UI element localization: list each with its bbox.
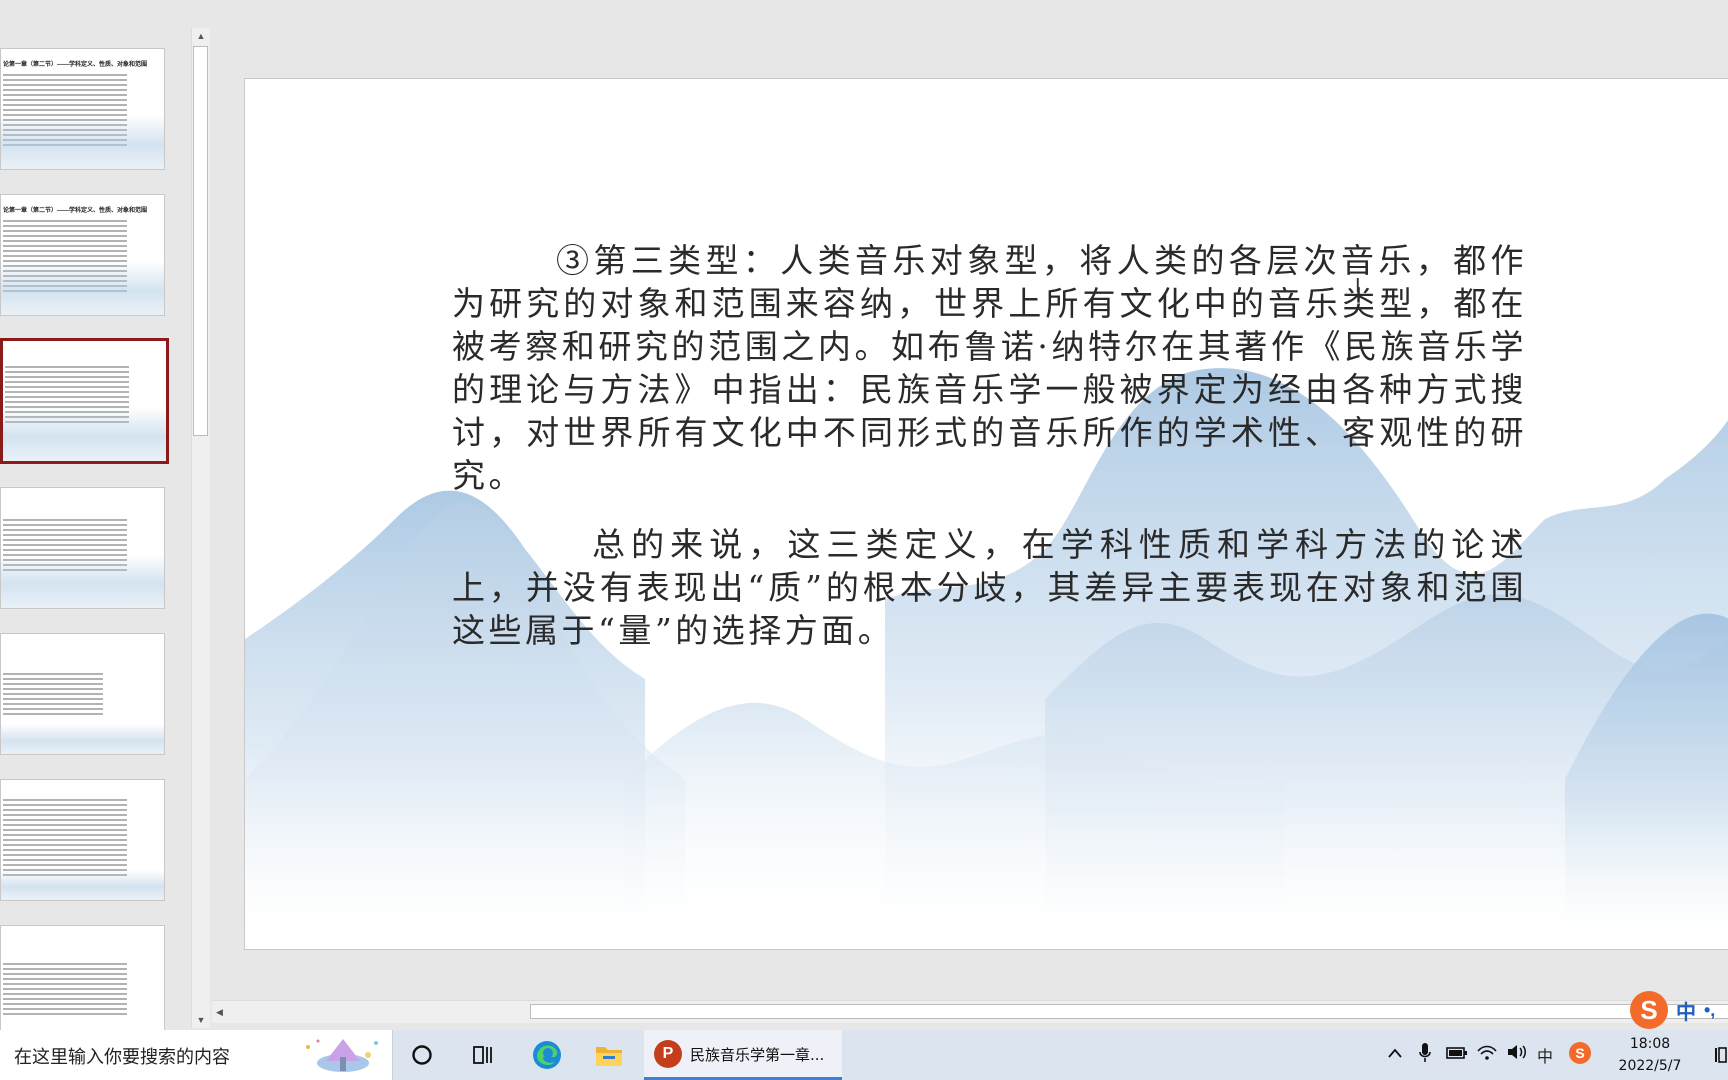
slide-paragraph-2[interactable]: 总的来说，这三类定义，在学科性质和学科方法的论述上，并没有表现出“质”的根本分歧…	[452, 523, 1527, 652]
task-view-icon[interactable]	[464, 1035, 504, 1075]
thumbnail-mountain-background	[1, 554, 164, 608]
taskbar-powerpoint-window[interactable]: P 民族音乐学第一章...	[644, 1030, 842, 1080]
text-cursor-ibeam-icon: I	[1355, 275, 1361, 297]
clock-date: 2022/5/7	[1618, 1058, 1682, 1074]
powerpoint-window-label: 民族音乐学第一章...	[690, 1046, 825, 1064]
slide-paragraph-1[interactable]: ③第三类型：人类音乐对象型，将人类的各层次音乐，都作为研究的对象和范围来容纳，世…	[452, 239, 1527, 497]
thumbnail-mountain-background	[1, 261, 164, 315]
wifi-icon[interactable]	[1476, 1043, 1498, 1065]
thumbnail-text-lines	[3, 796, 127, 879]
cortana-circle-icon[interactable]	[402, 1035, 442, 1075]
thumbnail-mountain-background	[1, 870, 164, 900]
volume-icon[interactable]	[1506, 1043, 1528, 1065]
file-explorer-icon[interactable]	[589, 1035, 629, 1075]
sogou-ime-logo-icon[interactable]: S	[1630, 991, 1668, 1029]
sogou-tray-icon[interactable]: S	[1568, 1041, 1592, 1069]
microphone-icon[interactable]	[1418, 1042, 1432, 1068]
slide-thumbnail-5[interactable]	[0, 633, 165, 755]
slide-canvas[interactable]: ③第三类型：人类音乐对象型，将人类的各层次音乐，都作为研究的对象和范围来容纳，世…	[244, 78, 1728, 950]
clock-time: 18:08	[1629, 1036, 1671, 1052]
slide-thumbnail-7[interactable]	[0, 925, 165, 1032]
taskbar-clock[interactable]: 18:08 2022/5/7	[1610, 1033, 1690, 1077]
scrollbar-thumb[interactable]	[530, 1004, 1728, 1019]
search-highlight-illustration-icon	[306, 1039, 378, 1072]
thumbnail-vertical-scrollbar[interactable]: ▲ ▼	[191, 28, 210, 1028]
ime-mode-indicator[interactable]: 中	[1676, 996, 1696, 1025]
thumbnail-mountain-background	[1, 115, 164, 169]
powerpoint-app-icon: P	[654, 1040, 682, 1068]
slide-thumbnail-1[interactable]: 论第一章（第二节）——学科定义、性质、对象和范围	[0, 48, 165, 170]
slide-thumbnail-4[interactable]	[0, 487, 165, 609]
taskbar-search-box[interactable]: 在这里输入你要搜索的内容	[0, 1030, 393, 1080]
ime-floating-toolbar[interactable]: S 中 •,	[1630, 990, 1715, 1030]
notification-center-icon[interactable]	[1713, 1044, 1728, 1066]
thumbnail-title: 论第一章（第二节）——学科定义、性质、对象和范围	[3, 62, 148, 68]
ime-punctuation-indicator[interactable]: •,	[1704, 1000, 1715, 1021]
search-placeholder[interactable]: 在这里输入你要搜索的内容	[14, 1043, 230, 1069]
thumbnail-mountain-background	[3, 407, 166, 461]
slide-thumbnail-2[interactable]: 论第一章（第二节）——学科定义、性质、对象和范围	[0, 194, 165, 316]
slide-thumbnail-6[interactable]	[0, 779, 165, 901]
thumbnail-text-lines	[3, 960, 127, 1018]
scroll-left-arrow-icon[interactable]: ◀	[216, 1001, 223, 1023]
windows-taskbar: 在这里输入你要搜索的内容 P 民族音乐学第一章... 中 S 18:08 202…	[0, 1030, 1728, 1080]
scrollbar-thumb[interactable]	[193, 46, 208, 436]
thumbnail-text-lines	[3, 670, 103, 718]
slide-thumbnail-3-selected[interactable]	[0, 338, 169, 464]
svg-text:S: S	[1575, 1045, 1584, 1061]
edge-browser-icon[interactable]	[527, 1035, 567, 1075]
thumbnail-mountain-background	[1, 724, 164, 754]
slide-text-box[interactable]: ③第三类型：人类音乐对象型，将人类的各层次音乐，都作为研究的对象和范围来容纳，世…	[452, 239, 1527, 652]
scroll-up-arrow-icon[interactable]: ▲	[192, 28, 210, 44]
slide-thumbnail-pane: 论第一章（第二节）——学科定义、性质、对象和范围 论第一章（第二节）——学科定义…	[0, 0, 192, 1032]
show-hidden-icons-chevron-icon[interactable]	[1387, 1044, 1403, 1063]
tray-ime-language-indicator[interactable]: 中	[1537, 1043, 1553, 1067]
battery-icon[interactable]	[1446, 1045, 1468, 1064]
scroll-down-arrow-icon[interactable]: ▼	[192, 1012, 210, 1028]
thumbnail-title: 论第一章（第二节）——学科定义、性质、对象和范围	[3, 208, 148, 214]
horizontal-scrollbar[interactable]: ◀	[212, 1000, 1728, 1023]
